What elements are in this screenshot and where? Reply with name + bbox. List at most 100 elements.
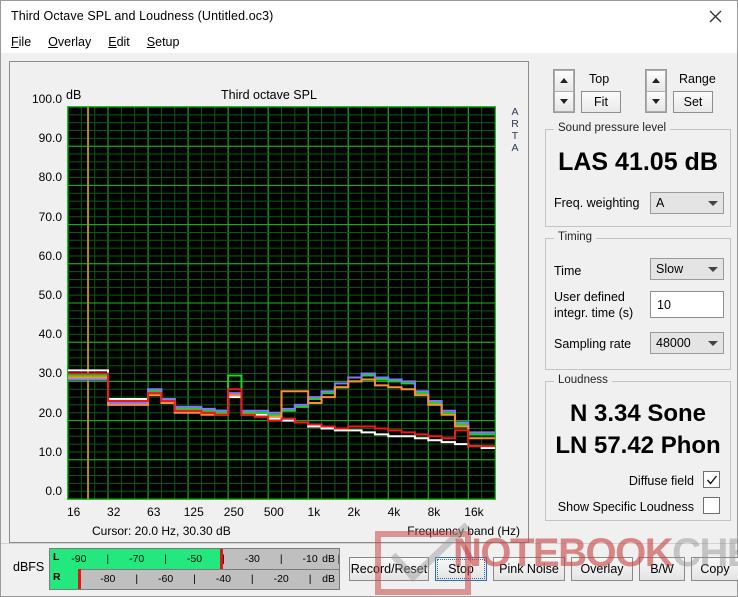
- top-spinner[interactable]: [553, 69, 575, 113]
- timing-group: Timing Time Slow User defined integr. ti…: [545, 231, 731, 370]
- set-button[interactable]: Set: [673, 91, 713, 113]
- meter-tick: -70: [129, 553, 145, 565]
- x-tick-label: 63: [147, 505, 161, 519]
- arrow-down-icon: [652, 98, 660, 104]
- loudness-sone-value: N 3.34 Sone: [569, 400, 707, 427]
- freq-weighting-value: A: [656, 196, 665, 210]
- top-label: Top: [589, 72, 610, 86]
- fit-button[interactable]: Fit: [581, 91, 621, 113]
- specific-loudness-label: Show Specific Loudness: [557, 500, 694, 514]
- x-tick-label: 16k: [464, 505, 484, 519]
- x-tick-label: 125: [183, 505, 204, 519]
- meter-tick: -50: [186, 553, 203, 565]
- meter-tick-mark: |: [279, 553, 283, 565]
- y-tick-label: 40.0: [38, 327, 62, 342]
- x-tick-label: 2k: [347, 505, 361, 519]
- sampling-rate-value: 48000: [656, 336, 691, 350]
- meter-tick: -90: [71, 553, 87, 565]
- menu-bar: File Overlay Edit Setup: [1, 31, 737, 53]
- meter-tick: -30: [244, 553, 260, 565]
- y-tick-label: 50.0: [38, 288, 62, 302]
- time-value: Slow: [656, 262, 684, 276]
- range-label: Range: [679, 72, 716, 86]
- meter-tick-mark: |: [193, 573, 196, 585]
- cursor-readout: Cursor: 20.0 Hz, 30.30 dB: [92, 524, 231, 538]
- freq-weighting-label: Freq. weighting: [554, 196, 640, 210]
- transport-buttons: Record/Reset Stop Pink Noise Overlay B/W Copy: [349, 548, 738, 590]
- meter-tick: -80: [100, 573, 116, 585]
- meter-unit-left: dB: [322, 553, 335, 565]
- title-bar: Third Octave SPL and Loudness (Untitled.…: [1, 1, 737, 31]
- spl-plot[interactable]: [67, 106, 496, 500]
- integr-time-input[interactable]: 10: [650, 291, 724, 318]
- range-spinner-up[interactable]: [646, 70, 666, 91]
- meter-tick-mark: |: [106, 553, 110, 565]
- meter-unit-right: dB: [322, 573, 335, 585]
- sampling-rate-select[interactable]: 48000: [650, 332, 724, 354]
- x-tick-label: 16: [66, 505, 81, 519]
- dbfs-label: dBFS: [13, 560, 45, 574]
- y-tick-label: 100.0: [31, 92, 62, 106]
- x-tick-label: 8k: [427, 505, 441, 519]
- meter-tick: -20: [273, 573, 289, 585]
- main-content: dB Third octave SPL ARTA 100.0 90.0 80.0 70…: [1, 53, 737, 596]
- chevron-down-icon: [703, 340, 723, 346]
- y-tick-label: 20.0: [38, 405, 62, 420]
- range-spinner-down[interactable]: [646, 90, 666, 112]
- x-tick-label: 32: [107, 505, 121, 519]
- graph-title: Third octave SPL: [221, 88, 317, 102]
- diffuse-field-label: Diffuse field: [628, 474, 694, 488]
- meter-peak-right: [77, 569, 81, 589]
- spl-group-title: Sound pressure level: [554, 122, 671, 134]
- meter-tick-mark: |: [250, 573, 254, 585]
- y-tick-label: 0.0: [45, 484, 62, 498]
- control-column: Top Fit Range Set Sound pressure level L…: [537, 61, 731, 544]
- range-spinner[interactable]: [645, 69, 667, 113]
- top-spinner-down[interactable]: [554, 90, 574, 112]
- graph-panel: dB Third octave SPL ARTA 100.0 90.0 80.0 70…: [9, 61, 529, 543]
- chevron-down-icon: [703, 266, 723, 272]
- freq-weighting-select[interactable]: A: [650, 192, 724, 214]
- meter-tick: -40: [215, 573, 231, 585]
- meter-channel-left: L: [53, 551, 60, 563]
- menu-item-file[interactable]: File: [11, 35, 31, 49]
- time-label: Time: [554, 264, 582, 278]
- integr-time-label-line1: User defined: [554, 290, 625, 304]
- meter-tick: -10: [302, 553, 318, 565]
- scale-controls: Top Fit Range Set: [537, 65, 731, 117]
- close-icon[interactable]: [693, 1, 737, 31]
- button-pink-noise[interactable]: Pink Noise: [493, 557, 565, 581]
- y-tick-label: 90.0: [38, 131, 62, 146]
- button-record-reset[interactable]: Record/Reset: [349, 557, 429, 581]
- y-tick-label: 60.0: [38, 248, 62, 263]
- y-axis-labels: 100.0 90.0 80.0 70.0 60.0 50.0 40.0 30.0 20.0 10.…: [10, 92, 64, 498]
- loudness-group: Loudness N 3.34 Sone LN 57.42 Phon Diffu…: [545, 374, 731, 521]
- button-b-w[interactable]: B/W: [639, 557, 685, 581]
- diffuse-field-checkbox[interactable]: [703, 471, 720, 488]
- menu-item-overlay[interactable]: Overlay: [48, 35, 91, 49]
- button-stop[interactable]: Stop: [435, 557, 487, 581]
- menu-item-edit[interactable]: Edit: [108, 35, 130, 49]
- top-spinner-up[interactable]: [554, 70, 574, 91]
- loudness-group-title: Loudness: [554, 374, 612, 386]
- specific-loudness-checkbox[interactable]: [703, 497, 720, 514]
- x-tick-label: 250: [223, 505, 244, 519]
- x-tick-label: 1k: [307, 505, 321, 519]
- meter-row-right: R -80 | -60 | -40 | -20 | dB: [50, 569, 339, 589]
- arrow-down-icon: [560, 98, 568, 104]
- meter-tick-mark: |: [338, 549, 339, 569]
- button-overlay[interactable]: Overlay: [571, 557, 633, 581]
- meter-tick-mark: |: [135, 573, 139, 585]
- y-tick-label: 10.0: [38, 444, 62, 459]
- time-select[interactable]: Slow: [650, 258, 724, 280]
- meter-tick-mark: |: [222, 553, 225, 565]
- x-axis-labels: 16 32 63 125 250 500 1k 2k 4k 8k 16k: [67, 505, 496, 521]
- meter-channel-right: R: [53, 571, 61, 583]
- integr-time-label-line2: integr. time (s): [554, 306, 634, 320]
- chevron-down-icon: [703, 200, 723, 206]
- menu-item-setup[interactable]: Setup: [147, 35, 180, 49]
- bottom-bar: dBFS L -90 | -70 | -50 | -30 | -10 | dB R -80 | -60…: [1, 543, 738, 596]
- meter-row-left: L -90 | -70 | -50 | -30 | -10 | dB: [50, 549, 339, 570]
- level-meter[interactable]: L -90 | -70 | -50 | -30 | -10 | dB R -80 | -60 | -40 |…: [49, 548, 340, 590]
- button-copy[interactable]: Copy: [691, 557, 738, 581]
